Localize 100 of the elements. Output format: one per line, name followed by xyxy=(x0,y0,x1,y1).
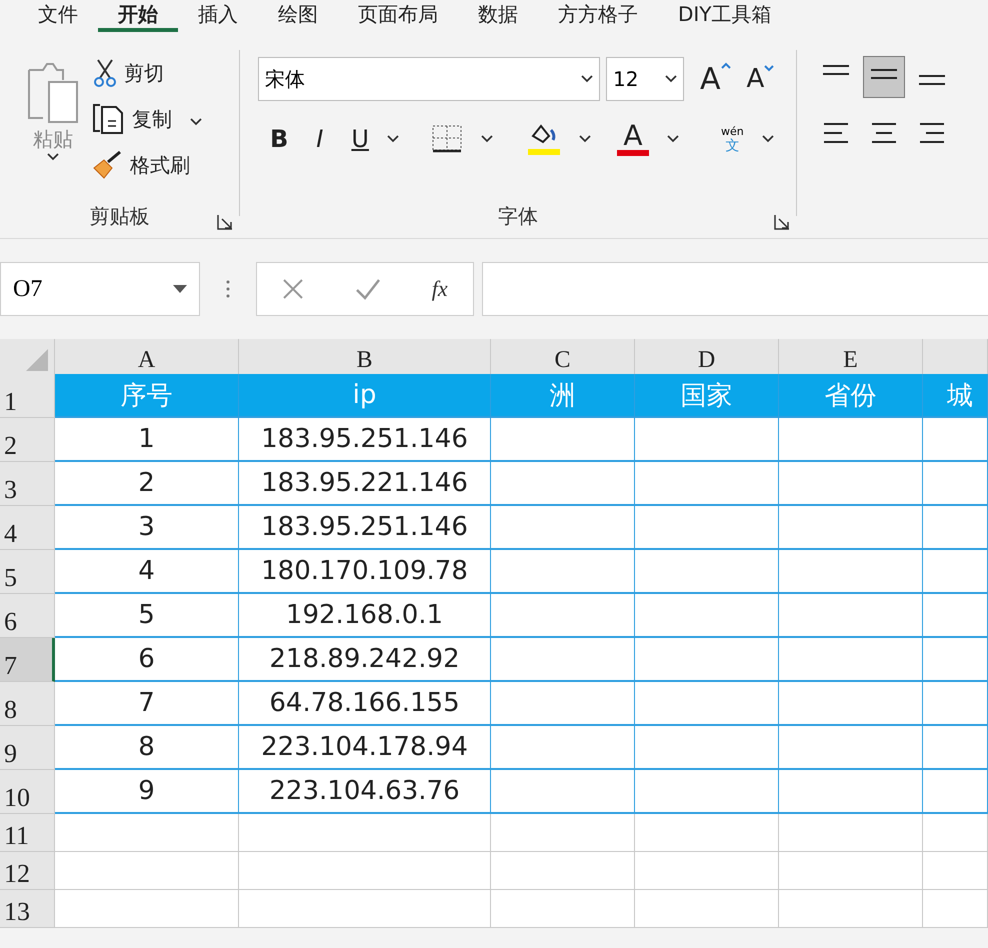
ribbon-tab[interactable]: 文件 xyxy=(18,2,98,32)
header-cell: 序号 xyxy=(55,374,239,418)
underline-button[interactable]: U xyxy=(351,125,369,153)
dialog-launcher-icon[interactable] xyxy=(217,214,233,230)
row-header[interactable]: 12 xyxy=(0,852,55,890)
table-cell xyxy=(923,462,988,506)
clipboard-icon[interactable] xyxy=(25,60,81,126)
row-header[interactable]: 5 xyxy=(0,550,55,594)
table-cell xyxy=(923,638,988,682)
table-cell xyxy=(923,770,988,814)
table-cell: 5 xyxy=(55,594,239,638)
table-cell: 64.78.166.155 xyxy=(239,682,491,726)
table-cell: 4 xyxy=(55,550,239,594)
more-options-icon xyxy=(226,279,230,299)
header-cell: 省份 xyxy=(779,374,923,418)
table-cell xyxy=(923,682,988,726)
ribbon-tab[interactable]: 方方格子 xyxy=(538,2,658,32)
dropdown-icon xyxy=(173,285,187,293)
font-color-button[interactable]: A xyxy=(616,122,649,156)
font-name-dropdown[interactable]: 宋体 xyxy=(258,57,600,101)
caret-up-icon xyxy=(720,62,731,70)
copy-dropdown-icon[interactable] xyxy=(190,118,202,126)
row-header[interactable]: 13 xyxy=(0,890,55,928)
format-painter-button[interactable]: 格式刷 xyxy=(130,152,190,178)
table-cell xyxy=(923,726,988,770)
group-label: 字体 xyxy=(498,204,538,228)
shrink-font-button[interactable]: A xyxy=(746,64,774,94)
table-cell: 8 xyxy=(55,726,239,770)
chevron-down-icon[interactable] xyxy=(666,135,679,143)
italic-button[interactable]: I xyxy=(316,125,324,153)
name-box[interactable]: O7 xyxy=(0,262,200,316)
fill-color-icon[interactable] xyxy=(526,122,561,156)
table-cell xyxy=(923,814,988,852)
dropdown-icon[interactable] xyxy=(581,75,593,83)
chevron-down-icon[interactable] xyxy=(762,135,774,143)
table-cell: 223.104.63.76 xyxy=(239,770,491,814)
chevron-down-icon[interactable] xyxy=(386,135,399,143)
copy-button[interactable]: 复制 xyxy=(132,106,172,132)
bold-button[interactable]: B xyxy=(270,125,288,153)
ribbon-tab[interactable]: 页面布局 xyxy=(338,2,458,32)
row-header[interactable]: 10 xyxy=(0,770,55,814)
table-cell: 1 xyxy=(55,418,239,462)
insert-function-button[interactable]: fx xyxy=(432,276,448,302)
header-cell: ip xyxy=(239,374,491,418)
table-cell: 183.95.221.146 xyxy=(239,462,491,506)
align-middle-button[interactable] xyxy=(863,56,905,98)
borders-icon[interactable] xyxy=(430,124,463,154)
table-cell xyxy=(923,890,988,928)
ribbon-tab[interactable]: DIY工具箱 xyxy=(658,2,792,32)
table-cell: 183.95.251.146 xyxy=(239,418,491,462)
scissors-icon xyxy=(92,58,118,88)
formula-input[interactable] xyxy=(482,262,988,316)
column-header[interactable]: A xyxy=(55,339,239,374)
table-cell: 218.89.242.92 xyxy=(239,638,491,682)
table-cell xyxy=(923,418,988,462)
ribbon-tab[interactable]: 数据 xyxy=(458,2,538,32)
table-cell xyxy=(923,594,988,638)
row-header[interactable]: 2 xyxy=(0,418,55,462)
group-label: 剪贴板 xyxy=(90,204,150,228)
header-cell: 城 xyxy=(923,374,988,418)
grow-font-button[interactable]: A xyxy=(700,62,731,96)
ribbon-tab[interactable]: 绘图 xyxy=(258,2,338,32)
row-header[interactable]: 6 xyxy=(0,594,55,638)
ribbon-tab[interactable]: 插入 xyxy=(178,2,258,32)
row-header[interactable]: 3 xyxy=(0,462,55,506)
paintbrush-icon xyxy=(92,150,124,180)
table-cell xyxy=(923,550,988,594)
cut-button[interactable]: 剪切 xyxy=(124,60,164,86)
header-cell: 洲 xyxy=(491,374,635,418)
table-cell: 6 xyxy=(55,638,239,682)
dialog-launcher-icon[interactable] xyxy=(774,214,790,230)
row-header[interactable]: 9 xyxy=(0,726,55,770)
copy-icon xyxy=(92,103,126,135)
table-cell: 223.104.178.94 xyxy=(239,726,491,770)
row-header[interactable]: 8 xyxy=(0,682,55,726)
row-header[interactable]: 11 xyxy=(0,814,55,852)
chevron-down-icon[interactable] xyxy=(480,135,493,143)
table-cell: 7 xyxy=(55,682,239,726)
table-cell: 3 xyxy=(55,506,239,550)
table-cell: 192.168.0.1 xyxy=(239,594,491,638)
font-size-dropdown[interactable]: 12 xyxy=(606,57,684,101)
paste-dropdown-icon[interactable] xyxy=(47,153,59,161)
row-header[interactable]: 4 xyxy=(0,506,55,550)
align-top-icon xyxy=(823,65,849,75)
table-cell xyxy=(923,852,988,890)
row-header[interactable]: 7 xyxy=(0,638,55,682)
column-header[interactable]: B xyxy=(239,339,491,374)
ribbon-tab[interactable]: 开始 xyxy=(98,2,178,32)
dropdown-icon[interactable] xyxy=(665,75,677,83)
table-cell xyxy=(923,506,988,550)
confirm-icon[interactable] xyxy=(355,278,382,300)
phonetic-guide-button[interactable]: wén 文 xyxy=(720,125,744,153)
column-header[interactable]: D xyxy=(635,339,779,374)
column-header[interactable]: C xyxy=(491,339,635,374)
align-middle-icon xyxy=(871,69,897,79)
cancel-icon[interactable] xyxy=(282,278,304,300)
column-header[interactable]: E xyxy=(779,339,923,374)
table-cell: 9 xyxy=(55,770,239,814)
row-header[interactable]: 1 xyxy=(0,374,55,418)
chevron-down-icon[interactable] xyxy=(578,135,591,143)
